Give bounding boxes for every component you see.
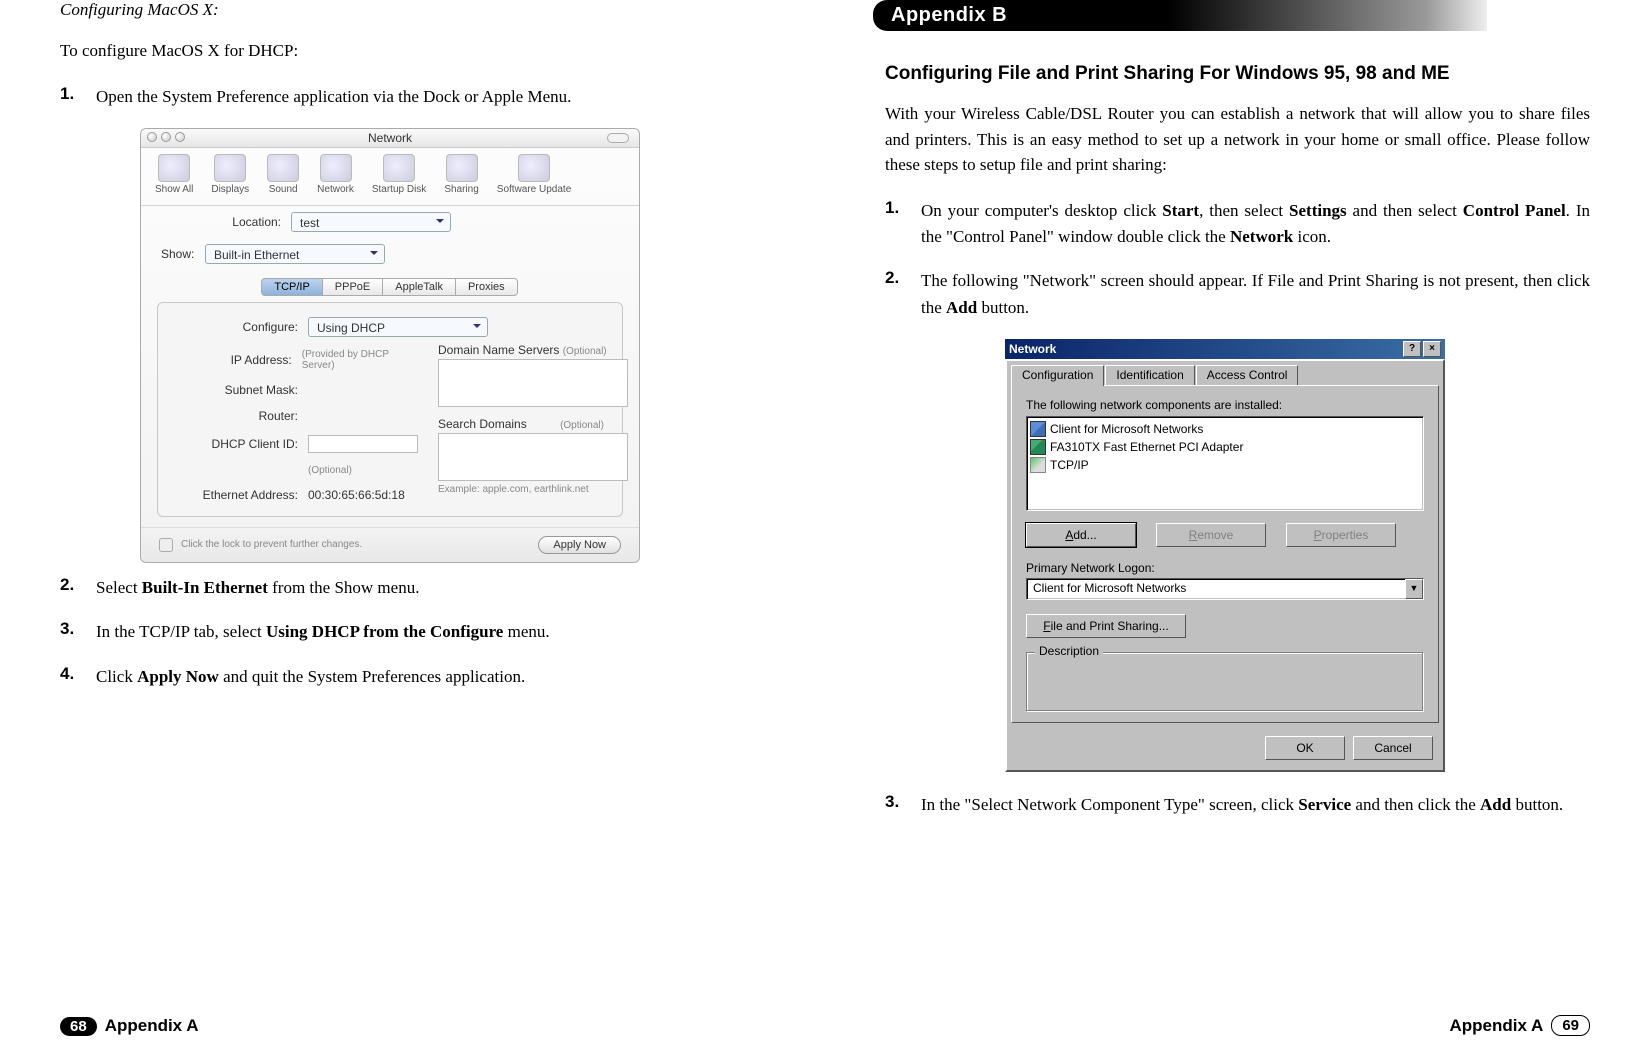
- step-2: 2. Select Built-In Ethernet from the Sho…: [60, 575, 765, 601]
- ethernet-addr-label: Ethernet Address:: [178, 488, 308, 502]
- cancel-button[interactable]: Cancel: [1353, 736, 1433, 760]
- ip-label: IP Address:: [178, 353, 302, 367]
- mac-tcpip-panel: Configure: Using DHCP IP Address:(Provid…: [157, 302, 623, 517]
- client-icon: [1030, 421, 1046, 437]
- figure-macos-network: Network Show All Displays Sound Network …: [140, 128, 640, 563]
- chevron-down-icon: ▼: [1405, 579, 1423, 599]
- subnet-label: Subnet Mask:: [178, 383, 308, 397]
- win-titlebar: Network ? ×: [1005, 339, 1445, 359]
- right-step-2: 2. The following "Network" screen should…: [885, 268, 1590, 321]
- tab-configuration[interactable]: Configuration: [1011, 365, 1104, 386]
- toolbar-displays[interactable]: Displays: [211, 154, 249, 195]
- file-print-sharing-button[interactable]: File and Print Sharing...: [1026, 614, 1186, 638]
- lock-hint: Click the lock to prevent further change…: [181, 539, 362, 550]
- search-domains-input[interactable]: [438, 433, 628, 481]
- close-icon[interactable]: [147, 132, 157, 142]
- toolbar-network[interactable]: Network: [317, 154, 354, 195]
- lock-icon[interactable]: [159, 538, 173, 552]
- tab-access-control[interactable]: Access Control: [1196, 365, 1299, 386]
- show-select[interactable]: Built-in Ethernet: [205, 244, 385, 264]
- toolbar-sound[interactable]: Sound: [267, 154, 299, 195]
- toolbar-toggle-icon[interactable]: [607, 133, 629, 143]
- configure-label: Configure:: [178, 320, 308, 334]
- footer-label-right: Appendix A: [1449, 1016, 1543, 1036]
- section-heading: Configuring File and Print Sharing For W…: [885, 63, 1590, 85]
- right-step-3: 3. In the "Select Network Component Type…: [885, 792, 1590, 818]
- primary-logon-combo[interactable]: Client for Microsoft Networks ▼: [1026, 578, 1424, 600]
- toolbar-startup-disk[interactable]: Startup Disk: [372, 154, 426, 195]
- dns-label: Domain Name Servers: [438, 343, 559, 357]
- dhcp-client-label: DHCP Client ID:: [178, 437, 308, 451]
- section-title-macosx: Configuring MacOS X:: [60, 0, 765, 20]
- right-step-1: 1. On your computer's desktop click Star…: [885, 198, 1590, 251]
- step-3: 3. In the TCP/IP tab, select Using DHCP …: [60, 619, 765, 645]
- tab-appletalk[interactable]: AppleTalk: [382, 278, 456, 296]
- show-label: Show:: [161, 247, 201, 261]
- primary-logon-label: Primary Network Logon:: [1026, 561, 1424, 575]
- appendix-b-badge: Appendix B: [873, 0, 1487, 31]
- software-update-icon: [518, 154, 550, 182]
- dns-input[interactable]: [438, 359, 628, 407]
- zoom-icon[interactable]: [175, 132, 185, 142]
- search-domains-example: Example: apple.com, earthlink.net: [438, 484, 626, 495]
- mac-traffic-lights: [147, 132, 185, 142]
- toolbar-software-update[interactable]: Software Update: [497, 154, 572, 195]
- location-label: Location:: [161, 215, 291, 229]
- toolbar-sharing[interactable]: Sharing: [444, 154, 478, 195]
- page-number-69: 69: [1551, 1015, 1590, 1036]
- add-button[interactable]: Add...: [1026, 523, 1136, 547]
- toolbar-show-all[interactable]: Show All: [155, 154, 193, 195]
- description-label: Description: [1035, 644, 1103, 658]
- search-domains-label: Search Domains: [438, 417, 527, 431]
- network-icon: [320, 154, 352, 182]
- displays-icon: [214, 154, 246, 182]
- configure-select[interactable]: Using DHCP: [308, 317, 488, 337]
- page-left: Configuring MacOS X: To configure MacOS …: [0, 0, 825, 1044]
- location-select[interactable]: test: [291, 212, 451, 232]
- components-listbox[interactable]: Client for Microsoft Networks FA310TX Fa…: [1026, 416, 1424, 511]
- tab-proxies[interactable]: Proxies: [455, 278, 518, 296]
- description-group: Description: [1026, 652, 1424, 712]
- page-number-68: 68: [60, 1017, 97, 1036]
- apply-now-button[interactable]: Apply Now: [538, 536, 621, 554]
- list-item[interactable]: FA310TX Fast Ethernet PCI Adapter: [1030, 438, 1420, 456]
- tab-tcpip[interactable]: TCP/IP: [261, 278, 322, 296]
- protocol-icon: [1030, 457, 1046, 473]
- tab-pppoe[interactable]: PPPoE: [322, 278, 383, 296]
- ip-note: (Provided by DHCP Server): [302, 349, 418, 371]
- help-icon[interactable]: ?: [1403, 341, 1421, 357]
- win-tabs: Configuration Identification Access Cont…: [1011, 365, 1439, 386]
- mac-toolbar: Show All Displays Sound Network Startup …: [141, 148, 639, 206]
- ok-button[interactable]: OK: [1265, 736, 1345, 760]
- intro-paragraph-right: With your Wireless Cable/DSL Router you …: [885, 101, 1590, 178]
- footer-right: Appendix A 69: [1441, 1015, 1590, 1036]
- grid-icon: [158, 154, 190, 182]
- properties-button[interactable]: Properties: [1286, 523, 1396, 547]
- nic-icon: [1030, 439, 1046, 455]
- dhcp-optional-note: (Optional): [308, 465, 352, 476]
- dhcp-client-input[interactable]: [308, 435, 418, 453]
- figure-windows-network: Network ? × Configuration Identification…: [1005, 339, 1445, 772]
- mac-window-title: Network: [141, 129, 639, 148]
- close-icon[interactable]: ×: [1423, 341, 1441, 357]
- router-label: Router:: [178, 409, 308, 423]
- mac-tabs: TCP/IP PPPoE AppleTalk Proxies: [141, 278, 639, 296]
- intro-paragraph: To configure MacOS X for DHCP:: [60, 38, 765, 64]
- remove-button[interactable]: Remove: [1156, 523, 1266, 547]
- minimize-icon[interactable]: [161, 132, 171, 142]
- page-right: Appendix B Configuring File and Print Sh…: [825, 0, 1650, 1044]
- ethernet-addr-value: 00:30:65:66:5d:18: [308, 488, 405, 502]
- footer-label-left: Appendix A: [105, 1016, 199, 1036]
- win-title-text: Network: [1009, 342, 1056, 356]
- step-4: 4. Click Apply Now and quit the System P…: [60, 664, 765, 690]
- sound-icon: [267, 154, 299, 182]
- step-1: 1. Open the System Preference applicatio…: [60, 84, 765, 110]
- tab-identification[interactable]: Identification: [1105, 365, 1194, 386]
- footer-left: 68 Appendix A: [60, 1016, 207, 1036]
- startup-disk-icon: [383, 154, 415, 182]
- components-label: The following network components are ins…: [1026, 398, 1424, 412]
- list-item[interactable]: TCP/IP: [1030, 456, 1420, 474]
- sharing-icon: [446, 154, 478, 182]
- list-item[interactable]: Client for Microsoft Networks: [1030, 420, 1420, 438]
